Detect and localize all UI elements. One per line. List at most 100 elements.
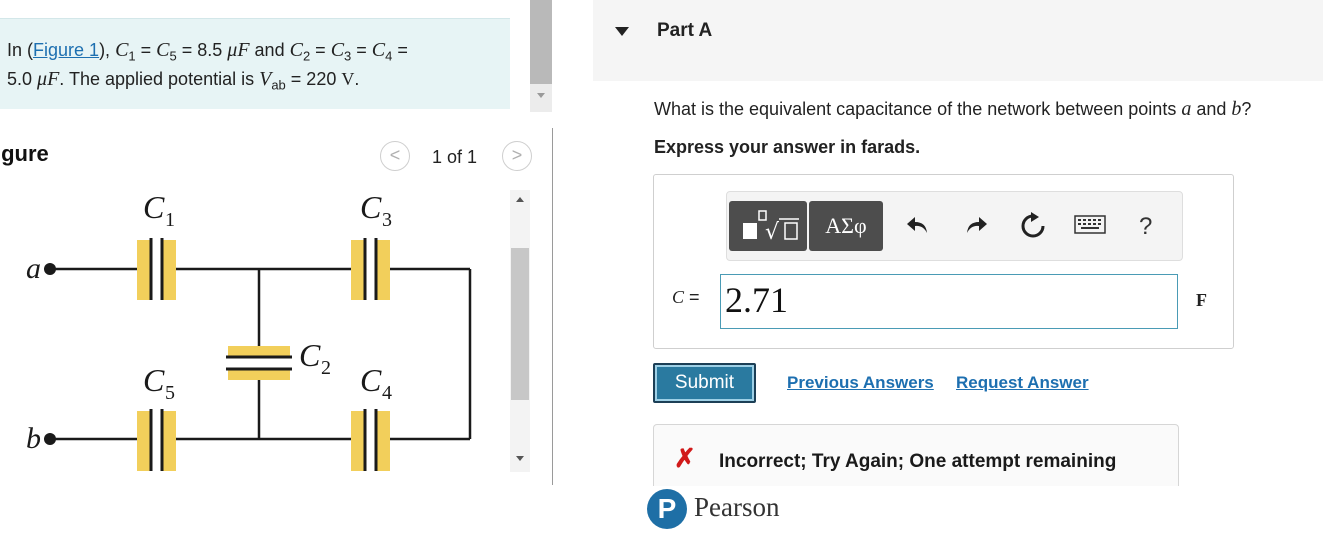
svg-text:√: √ <box>765 220 780 245</box>
capacitor-plate <box>137 411 151 471</box>
value-vab: = 220 <box>285 68 342 89</box>
capacitor-label-sub: 2 <box>321 357 331 379</box>
capacitor-plate <box>351 411 365 471</box>
capacitor-c5 <box>137 409 176 471</box>
symbol-c5: C <box>156 39 170 61</box>
question-text: What is the equivalent capacitance of th… <box>654 98 1251 121</box>
value-c1-c5: = 8.5 <box>176 40 228 60</box>
terminal-a-dot <box>44 263 56 275</box>
problem-scrollbar[interactable] <box>530 0 552 112</box>
symbol-sub: 1 <box>128 48 136 64</box>
capacitor-plate <box>376 240 390 300</box>
undo-icon[interactable] <box>905 212 931 244</box>
problem-text: = <box>351 40 372 60</box>
capacitor-label-c1: C <box>143 189 165 225</box>
node-label-b: b <box>26 422 41 455</box>
symbol-c4: C <box>371 39 386 61</box>
unit-microfarad: μF <box>37 67 60 90</box>
problem-text: = <box>310 40 331 60</box>
variable-symbol: C <box>672 287 685 307</box>
circuit-diagram: a b C 1 C 3 C 2 C 5 C 4 <box>26 189 472 471</box>
problem-statement: In (Figure 1), C1 = C5 = 8.5 μF and C2 =… <box>0 18 510 109</box>
symbol-c2: C <box>289 39 303 61</box>
problem-text: = <box>392 40 408 60</box>
feedback-box: ✗ Incorrect; Try Again; One attempt rema… <box>653 424 1179 486</box>
unit-volt: V <box>341 68 355 89</box>
problem-text: and <box>249 40 290 60</box>
equals-sign: = <box>684 287 700 307</box>
next-figure-button[interactable]: > <box>502 141 532 171</box>
question-text-part: ? <box>1241 99 1252 119</box>
help-button[interactable]: ? <box>1139 212 1152 242</box>
capacitor-plate <box>228 370 290 380</box>
point-b-symbol: b <box>1231 98 1242 120</box>
capacitor-label-c3: C <box>360 189 382 225</box>
symbol-c1: C <box>115 39 129 61</box>
redo-icon[interactable] <box>963 212 989 244</box>
capacitor-plate <box>162 240 176 300</box>
request-answer-link[interactable]: Request Answer <box>956 373 1089 393</box>
problem-text: In ( <box>7 40 34 60</box>
capacitor-plate <box>351 240 365 300</box>
capacitor-label-sub: 1 <box>165 209 175 231</box>
capacitor-label-c5: C <box>143 362 165 398</box>
figure-counter: 1 of 1 <box>432 147 478 167</box>
capacitor-c3 <box>351 238 390 300</box>
symbol-vab: V <box>259 67 272 90</box>
problem-text: . The applied potential is <box>59 68 260 89</box>
symbol-sub: 5 <box>169 48 177 64</box>
node-label-a: a <box>26 252 41 285</box>
capacitor-plate <box>376 411 390 471</box>
part-title: Part A <box>657 20 713 41</box>
answer-variable-label: C = <box>672 287 700 308</box>
problem-text: = <box>135 40 157 60</box>
scroll-up-icon[interactable] <box>516 197 524 202</box>
incorrect-icon: ✗ <box>674 443 696 473</box>
capacitor-c1 <box>137 238 176 300</box>
scroll-down-icon[interactable] <box>537 93 545 98</box>
problem-text: . <box>354 68 360 89</box>
pearson-logo: P <box>647 489 687 529</box>
value-c2-c3-c4: 5.0 <box>7 68 38 89</box>
unit-label: F <box>1196 290 1207 310</box>
capacitor-label-c4: C <box>360 362 382 398</box>
templates-button[interactable]: √ <box>729 201 807 251</box>
figure-heading: igure <box>0 141 49 166</box>
capacitor-label-sub: 5 <box>165 382 175 404</box>
capacitor-label-c2: C <box>299 337 321 373</box>
symbol-c3: C <box>330 39 345 61</box>
capacitor-plate <box>137 240 151 300</box>
capacitor-c4 <box>351 409 390 471</box>
terminal-b-dot <box>44 433 56 445</box>
feedback-message: Incorrect; Try Again; One attempt remain… <box>719 451 1117 472</box>
part-a-header[interactable]: Part A <box>593 0 1323 81</box>
scrollbar-thumb[interactable] <box>511 248 529 400</box>
question-text-part: What is the equivalent capacitance of th… <box>654 99 1182 119</box>
symbol-sub: ab <box>271 77 286 93</box>
question-text-part: and <box>1191 99 1232 119</box>
figure-link[interactable]: Figure 1 <box>33 40 99 60</box>
point-a-symbol: a <box>1181 98 1192 120</box>
capacitor-c2 <box>226 346 292 380</box>
capacitor-label-sub: 4 <box>382 382 392 404</box>
answer-input[interactable]: 2.71 <box>720 274 1178 329</box>
prev-figure-button[interactable]: < <box>380 141 410 171</box>
capacitor-label-sub: 3 <box>382 209 392 231</box>
answer-instruction: Express your answer in farads. <box>654 137 921 157</box>
collapse-caret-icon[interactable] <box>615 27 629 36</box>
scrollbar-thumb[interactable] <box>530 0 552 84</box>
previous-answers-link[interactable]: Previous Answers <box>787 373 934 393</box>
greek-symbols-button[interactable]: ΑΣφ <box>809 201 883 251</box>
reset-icon[interactable] <box>1019 212 1047 246</box>
capacitor-plate <box>162 411 176 471</box>
answer-panel: √ ΑΣφ ? C = 2.71 F <box>653 174 1234 349</box>
scroll-down-icon[interactable] <box>516 456 524 461</box>
math-toolbar: √ ΑΣφ ? <box>726 191 1183 261</box>
problem-text: ), <box>99 40 116 60</box>
capacitor-plate <box>228 346 290 356</box>
submit-button[interactable]: Submit <box>653 363 756 403</box>
pane-divider[interactable] <box>552 128 553 485</box>
figure-scrollbar[interactable] <box>510 190 530 472</box>
keyboard-icon[interactable] <box>1074 212 1106 242</box>
pearson-wordmark: Pearson <box>694 492 780 522</box>
